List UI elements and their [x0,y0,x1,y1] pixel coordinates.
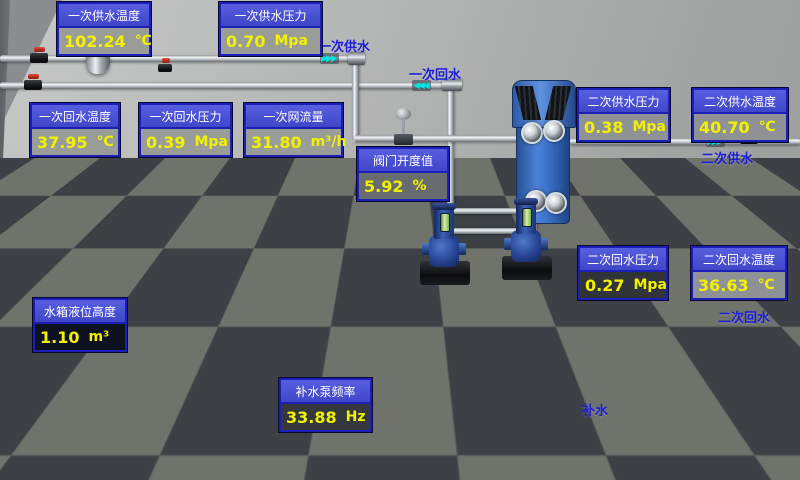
gauge-unit: m³/h [311,134,347,150]
hx-port [521,122,543,144]
pump-cap [514,198,538,205]
pump-volute [429,235,459,267]
flow-arrow-left-icon: ◀◀◀ [486,293,505,304]
gauge-secondary-return-temp: 二次回水温度 36.63 ℃ [691,246,787,300]
pump-indicator-window [440,213,450,232]
gauge-title: 一次供水温度 [59,4,149,28]
gauge-unit: m³ [88,329,109,345]
circulation-pump-1[interactable] [418,203,470,289]
gauge-unit: Hz [346,409,366,425]
gauge-value: 33.88 [286,408,337,427]
gauge-value: 1.10 [40,328,79,347]
tank-leg [108,406,117,434]
gauge-title: 补水泵频率 [281,380,370,404]
gauge-title: 二次供水温度 [694,90,786,114]
gauge-title: 二次回水温度 [693,248,785,272]
gauge-value: 40.70 [699,118,750,137]
gauge-value: 36.63 [698,276,749,295]
pump-cap [234,378,256,385]
gauge-title: 水箱液位高度 [35,300,125,324]
gauge-unit: Mpa [633,277,666,293]
pipe-label-secondary-supply: 二次供水 [701,148,753,167]
gauge-value: 0.39 [146,133,185,152]
pump-cap [249,318,271,325]
gauge-value: 37.95 [37,133,88,152]
gauge-secondary-supply-pressure: 二次供水压力 0.38 Mpa [577,88,670,142]
gauge-title: 阀门开度值 [359,149,447,173]
gauge-primary-supply-temp: 一次供水温度 102.24 ℃ [57,2,151,56]
gauge-title: 一次供水压力 [221,4,320,28]
flow-arrow-left-icon: ◀◀◀ [520,326,539,337]
gauge-title: 二次供水压力 [579,90,668,114]
pipe-label-makeup: 补水 [582,400,608,419]
makeup-loop-left-pipe [200,364,206,426]
tank-leg [64,406,73,434]
gauge-value: 0.27 [585,276,624,295]
pipe-label-primary-return: 一次回水 [409,64,461,83]
gauge-title: 一次回水温度 [32,105,118,129]
gauge-tank-level: 水箱液位高度 1.10 m³ [33,298,127,352]
pump-cap [432,203,456,210]
primary-supply-drop-pipe [352,58,359,142]
pipe-label-secondary-return: 二次回水 [718,307,770,326]
gauge-primary-supply-pressure: 一次供水压力 0.70 Mpa [219,2,322,56]
tank-outlet-pipe [150,328,550,334]
gauge-valve-opening: 阀门开度值 5.92% [357,147,449,201]
flow-arrow-right-icon: ▶▶▶ [578,385,597,396]
gauge-title: 二次回水压力 [580,248,666,272]
gauge-value: 102.24 [64,32,126,51]
gauge-primary-flow: 一次网流量 31.80m³/h [244,103,343,157]
pump-indicator-window [256,327,266,344]
tank-panel-seam [66,347,68,407]
gauge-value: 0.70 [226,32,265,51]
gauge-unit: Mpa [194,134,227,150]
hx-port [543,120,565,142]
tank-leg [18,406,27,434]
gauge-unit: ℃ [135,33,152,49]
gauge-unit: % [412,178,426,194]
pipe-coupling [606,384,622,396]
gauge-unit: Mpa [632,119,665,135]
pump-volute [229,414,263,442]
gauge-unit: ℃ [97,134,114,150]
pump-indicator-window [522,208,532,227]
gauge-makeup-pump-frequency: 补水泵频率 33.88 Hz [279,378,372,432]
gauge-primary-return-temp: 一次回水温度 37.95 ℃ [30,103,120,157]
gauge-value: 5.92 [364,177,403,196]
gauge-unit: ℃ [759,119,776,135]
circulation-pump-2[interactable] [500,198,552,284]
hmi-heating-station-screen: ▶▶▶ ◀◀◀ ▶▶▶ ◀◀◀ ◀◀◀ ◀◀◀ ▶▶▶ [0,0,800,480]
gauge-secondary-supply-temp: 二次供水温度 40.70 ℃ [692,88,788,142]
pump-volute [511,230,541,262]
pipe-label-primary-supply: 一次供水 [318,36,370,55]
pipe-coupling [544,325,561,337]
gauge-title: 一次网流量 [246,105,341,129]
pump-indicator-window [241,387,251,404]
gauge-value: 31.80 [251,133,302,152]
gauge-unit: Mpa [274,33,307,49]
makeup-pump-2[interactable] [222,378,270,460]
gauge-title: 一次回水压力 [141,105,230,129]
primary-supply-pipe [0,55,354,62]
pump-volute [245,352,277,378]
tank-manhole [22,358,60,394]
gauge-value: 0.38 [584,118,623,137]
tank-manhole [74,358,112,394]
gauge-unit: ℃ [758,277,775,293]
primary-return-pipe [0,82,458,89]
makeup-header-pipe [333,387,620,393]
gauge-secondary-return-pressure: 二次回水压力 0.27 Mpa [578,246,668,300]
gauge-primary-return-pressure: 一次回水压力 0.39 Mpa [139,103,232,157]
